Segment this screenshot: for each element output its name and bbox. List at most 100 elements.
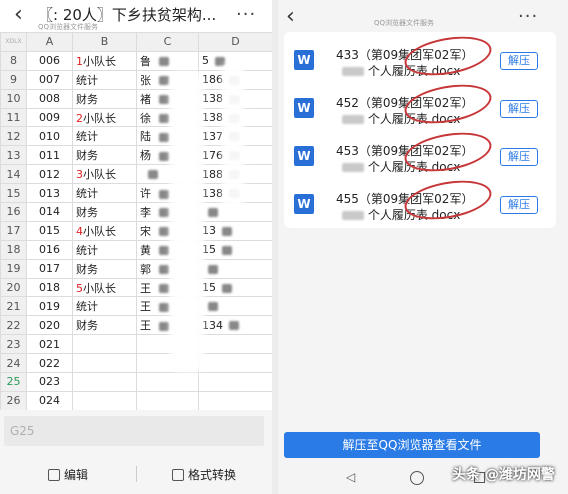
role-text: 小队长	[83, 281, 116, 295]
edit-button[interactable]: 编辑	[48, 466, 88, 483]
formula-bar[interactable]: G25	[4, 416, 264, 446]
cell-b[interactable]	[72, 372, 137, 392]
row-number[interactable]: 24	[0, 353, 27, 374]
cell-b[interactable]: 4小队长	[72, 220, 137, 241]
cell-a[interactable]: 010	[26, 126, 73, 147]
cell-d[interactable]	[198, 353, 272, 374]
cell-a[interactable]: 024	[26, 390, 73, 410]
row-number[interactable]: 26	[0, 390, 27, 410]
nav-home-icon[interactable]	[410, 471, 424, 485]
format-convert-label: 格式转换	[188, 468, 237, 482]
row-number[interactable]: 11	[0, 107, 27, 128]
cell-a[interactable]: 015	[26, 220, 73, 241]
cell-b[interactable]	[72, 334, 137, 355]
cell-c[interactable]	[136, 390, 199, 410]
cell-a[interactable]: 022	[26, 353, 73, 374]
redacted-text	[159, 265, 169, 275]
format-convert-button[interactable]: 格式转换	[172, 466, 236, 483]
cell-b[interactable]: 财务	[72, 88, 137, 109]
cell-a[interactable]: 016	[26, 239, 73, 260]
phone-fragment: 188	[202, 167, 223, 181]
spreadsheet-grid[interactable]: XDLX A B C D 8 006 1小队长鲁 5 9 007 统计张 186 10 008 财务…	[0, 32, 272, 410]
name-fragment: 徐	[140, 111, 151, 125]
cell-d[interactable]	[198, 296, 272, 317]
column-header-b[interactable]: B	[72, 32, 137, 52]
row-number[interactable]: 17	[0, 220, 27, 241]
cell-a[interactable]: 014	[26, 202, 73, 222]
cell-a[interactable]: 013	[26, 183, 73, 204]
row-number[interactable]: 8	[0, 50, 27, 71]
column-header-a[interactable]: A	[26, 32, 73, 52]
unzip-to-qq-browser-button[interactable]: 解压至QQ浏览器查看文件	[284, 432, 540, 458]
cell-b[interactable]: 5小队长	[72, 277, 137, 298]
row-number[interactable]: 22	[0, 315, 27, 336]
cell-a[interactable]: 012	[26, 164, 73, 185]
cell-d[interactable]: 134	[198, 315, 272, 336]
row-number[interactable]: 21	[0, 296, 27, 317]
row-number[interactable]: 18	[0, 239, 27, 260]
more-menu-icon[interactable]: ···	[236, 4, 256, 25]
row-number[interactable]: 9	[0, 69, 27, 90]
row-number[interactable]: 16	[0, 202, 27, 222]
cell-b[interactable]: 财务	[72, 145, 137, 166]
redacted-text	[159, 76, 169, 86]
more-menu-icon[interactable]: ···	[518, 6, 538, 27]
cell-d[interactable]: 13	[198, 220, 272, 241]
column-header-c[interactable]: C	[136, 32, 199, 52]
cell-a[interactable]: 009	[26, 107, 73, 128]
cell-d[interactable]	[198, 334, 272, 355]
cell-a[interactable]: 006	[26, 50, 73, 71]
cell-a[interactable]: 023	[26, 372, 73, 392]
back-chevron-icon[interactable]: ‹	[286, 6, 295, 28]
row-number[interactable]: 23	[0, 334, 27, 355]
cell-a[interactable]: 008	[26, 88, 73, 109]
cell-c[interactable]: 鲁	[136, 50, 199, 71]
row-number[interactable]: 20	[0, 277, 27, 298]
cell-b[interactable]: 3小队长	[72, 164, 137, 185]
cell-c[interactable]	[136, 372, 199, 392]
cell-b[interactable]: 财务	[72, 258, 137, 279]
nav-back-icon[interactable]: ◁	[346, 470, 355, 484]
cell-b[interactable]: 统计	[72, 239, 137, 260]
left-header: ‹ 〖: 20人〗下乡扶贫架构... QQ浏览器文件服务 ···	[0, 0, 272, 32]
cell-a[interactable]: 021	[26, 334, 73, 355]
cell-d[interactable]	[198, 258, 272, 279]
unzip-button[interactable]: 解压	[500, 148, 538, 166]
cell-a[interactable]: 019	[26, 296, 73, 317]
cell-b[interactable]: 财务	[72, 202, 137, 222]
sheet-corner[interactable]: XDLX	[0, 32, 27, 52]
unzip-button[interactable]: 解压	[500, 196, 538, 214]
row-number[interactable]: 13	[0, 145, 27, 166]
row-number[interactable]: 15	[0, 183, 27, 204]
column-header-d[interactable]: D	[198, 32, 272, 52]
row-number[interactable]: 25	[0, 372, 27, 392]
cell-b[interactable]	[72, 353, 137, 374]
name-fragment: 杨	[140, 149, 151, 163]
row-number[interactable]: 14	[0, 164, 27, 185]
row-number[interactable]: 19	[0, 258, 27, 279]
cell-b[interactable]: 2小队长	[72, 107, 137, 128]
cell-d[interactable]	[198, 390, 272, 410]
redacted-text	[159, 57, 169, 67]
cell-b[interactable]	[72, 390, 137, 410]
unzip-button[interactable]: 解压	[500, 100, 538, 118]
cell-d[interactable]: 15	[198, 239, 272, 260]
back-chevron-icon[interactable]: ‹	[14, 4, 23, 26]
cell-b[interactable]: 财务	[72, 315, 137, 336]
cell-d[interactable]: 15	[198, 277, 272, 298]
cell-b[interactable]: 统计	[72, 296, 137, 317]
cell-b[interactable]: 统计	[72, 69, 137, 90]
cell-b[interactable]: 统计	[72, 126, 137, 147]
row-number[interactable]: 12	[0, 126, 27, 147]
cell-a[interactable]: 007	[26, 69, 73, 90]
cell-a[interactable]: 017	[26, 258, 73, 279]
cell-d[interactable]	[198, 372, 272, 392]
unzip-button[interactable]: 解压	[500, 52, 538, 70]
name-fragment: 郭	[140, 262, 151, 276]
cell-a[interactable]: 011	[26, 145, 73, 166]
cell-b[interactable]: 1小队长	[72, 50, 137, 71]
row-number[interactable]: 10	[0, 88, 27, 109]
cell-b[interactable]: 统计	[72, 183, 137, 204]
cell-a[interactable]: 020	[26, 315, 73, 336]
cell-a[interactable]: 018	[26, 277, 73, 298]
